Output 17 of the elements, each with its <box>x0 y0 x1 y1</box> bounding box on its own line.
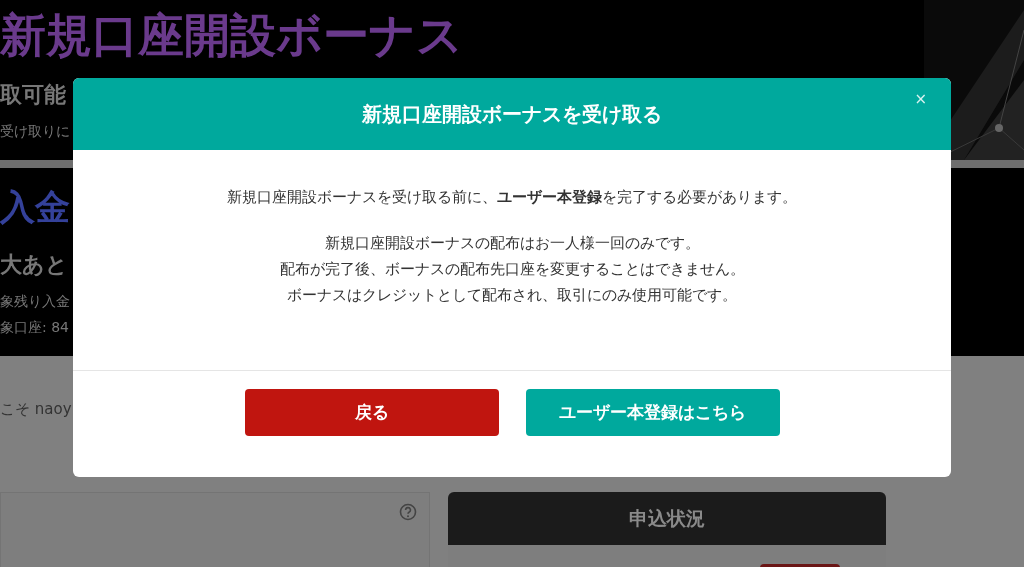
hero-subtitle: 取可能 <box>0 84 66 106</box>
welcome-text: こそ naoy <box>0 399 72 420</box>
hero-note: 受け取りに <box>0 124 70 138</box>
modal-message: 新規口座開設ボーナスを受け取る前に、ユーザー本登録を完了する必要があります。 <box>227 187 797 208</box>
back-button[interactable]: 戻る <box>244 389 499 436</box>
notice-text: 配布が完了後、ボーナスの配布先口座を変更することはできません。 <box>279 258 745 279</box>
modal-title: 新規口座開設ボーナスを受け取る <box>362 101 662 128</box>
help-icon[interactable] <box>399 503 417 521</box>
deposit-subtitle: 大あと <box>0 254 68 276</box>
hero-title: 新規口座開設ボーナス <box>0 12 463 58</box>
notice-text: ボーナスはクレジットとして配布され、取引にのみ使用可能です。 <box>287 284 737 305</box>
notice-text: 新規口座開設ボーナスの配布はお一人様一回のみです。 <box>324 232 700 253</box>
deposit-text: 象残り入金 <box>0 294 70 308</box>
close-button[interactable]: × <box>910 92 931 107</box>
register-button[interactable]: ユーザー本登録はこちら <box>525 389 780 436</box>
deposit-text: 象口座: 84 <box>0 320 69 334</box>
panel-title: 申込状況 <box>448 492 886 545</box>
